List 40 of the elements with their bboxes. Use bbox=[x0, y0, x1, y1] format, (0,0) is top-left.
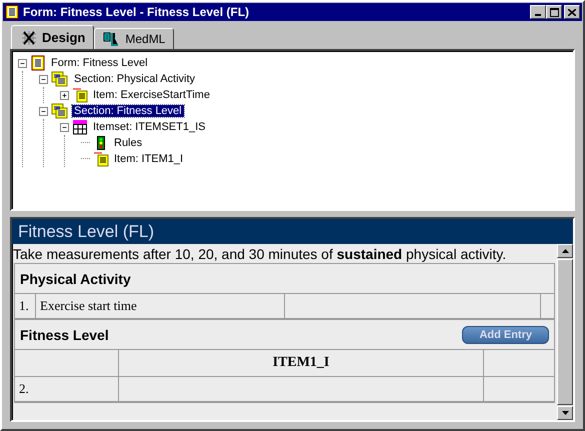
row-number: 2. bbox=[15, 376, 118, 402]
tab[interactable]: MedML bbox=[94, 28, 174, 49]
form-title: Fitness Level (FL) bbox=[12, 219, 573, 244]
section-icon bbox=[51, 103, 69, 119]
minimize-button[interactable] bbox=[530, 5, 546, 19]
section-heading: Fitness Level bbox=[20, 326, 109, 342]
row-number: 1. bbox=[15, 294, 36, 318]
expand-toggle[interactable] bbox=[60, 90, 69, 100]
collapse-toggle[interactable] bbox=[18, 58, 27, 68]
close-button[interactable] bbox=[564, 5, 580, 19]
collapse-toggle[interactable] bbox=[39, 106, 48, 116]
maximize-button[interactable] bbox=[546, 5, 562, 19]
plus-icon bbox=[61, 92, 68, 98]
tree-item[interactable]: Rules bbox=[112, 137, 144, 149]
form-icon bbox=[5, 5, 19, 19]
window-title: Form: Fitness Level - Fitness Level (FL) bbox=[23, 5, 250, 19]
maximize-icon bbox=[550, 8, 558, 16]
collapse-toggle[interactable] bbox=[39, 74, 48, 84]
tree-item[interactable]: Itemset: ITEMSET1_IS bbox=[91, 121, 208, 133]
question-label: Exercise start time bbox=[36, 294, 284, 318]
item-icon bbox=[93, 151, 109, 167]
collapse-toggle[interactable] bbox=[60, 122, 69, 132]
tree-item[interactable]: Item: ITEM1_I bbox=[112, 153, 186, 165]
tree-item[interactable]: Item: ExerciseStartTime bbox=[91, 89, 212, 101]
tools-icon bbox=[20, 30, 38, 44]
tree-item[interactable]: Section: Physical Activity bbox=[72, 73, 198, 85]
section-heading: Physical Activity bbox=[20, 270, 131, 286]
tree-item[interactable]: Section: Fitness Level bbox=[72, 105, 184, 117]
tree-item[interactable]: Form: Fitness Level bbox=[49, 57, 150, 69]
form-icon bbox=[30, 55, 46, 71]
instruction-text: Take measurements after 10, 20, and 30 minutes of sustained physical activity. bbox=[13, 246, 508, 262]
scrollbar[interactable] bbox=[557, 244, 573, 420]
up-arrow-icon[interactable] bbox=[562, 249, 568, 253]
tab[interactable]: Design bbox=[11, 25, 94, 49]
column-header: ITEM1_I bbox=[118, 350, 484, 376]
item-icon bbox=[72, 87, 88, 103]
close-icon bbox=[568, 8, 576, 16]
section-icon bbox=[51, 71, 69, 87]
grid-icon bbox=[72, 119, 88, 135]
down-arrow-icon[interactable] bbox=[562, 411, 568, 415]
